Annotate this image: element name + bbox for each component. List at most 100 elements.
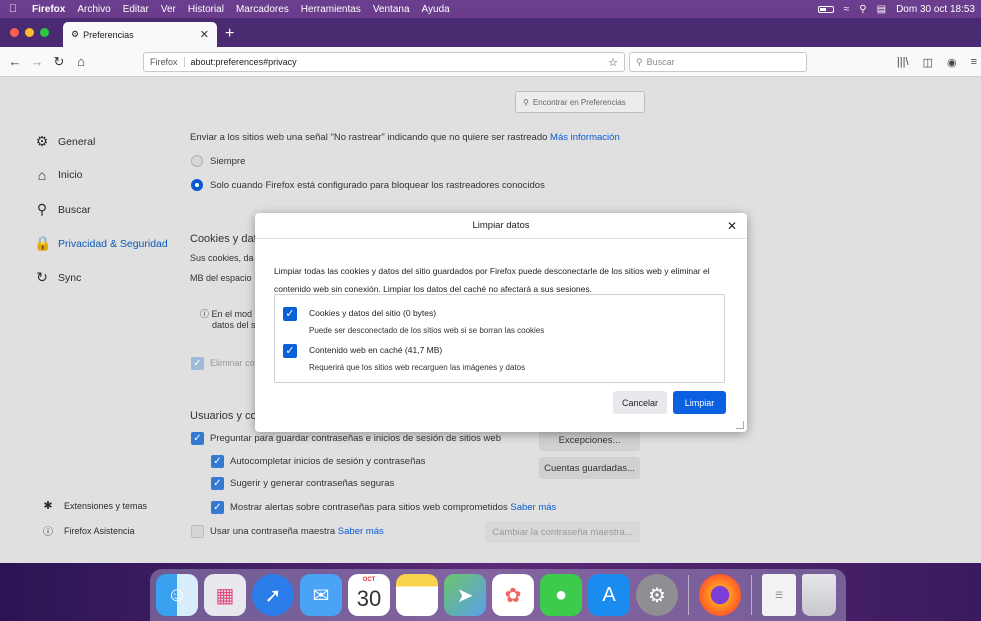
macos-menu-bar:  Firefox Archivo Editar Ver Historial M… (0, 0, 981, 18)
autofill-checkbox[interactable]: ✓ (211, 455, 224, 468)
control-center-icon[interactable]: ▤ (877, 4, 886, 15)
home-button[interactable]: ⌂ (70, 54, 92, 69)
menu-clock[interactable]: Dom 30 oct 18:53 (896, 4, 975, 15)
dialog-title: Limpiar datos (472, 220, 530, 231)
menu-marcadores[interactable]: Marcadores (230, 4, 295, 15)
menu-herramientas[interactable]: Herramientas (295, 4, 367, 15)
dnt-label: Enviar a los sitios web una señal "No ra… (190, 132, 548, 143)
cancel-button[interactable]: Cancelar (613, 391, 667, 414)
resize-grip-icon[interactable] (736, 421, 744, 429)
sidebar-item-buscar[interactable]: ⚲ Buscar (34, 201, 91, 218)
sidebar-item-extensions[interactable]: ✱ Extensiones y temas (40, 499, 147, 512)
safari-icon[interactable]: ➚ (252, 574, 294, 616)
hamburger-menu-icon[interactable]: ≡ (971, 56, 977, 68)
suggest-checkbox[interactable]: ✓ (211, 477, 224, 490)
passwords-heading: Usuarios y co (190, 410, 257, 422)
search-icon: ⚲ (636, 56, 643, 67)
trash-icon[interactable] (802, 574, 836, 616)
sidebar-item-inicio[interactable]: ⌂ Inicio (34, 167, 83, 183)
alerts-text: Mostrar alertas sobre contraseñas para s… (230, 502, 556, 513)
url-text[interactable]: about:preferences#privacy (191, 57, 297, 67)
menu-editar[interactable]: Editar (117, 4, 155, 15)
navigation-toolbar: ← → ↻ ⌂ Firefox about:preferences#privac… (0, 47, 981, 77)
apple-menu-icon[interactable]:  (0, 3, 26, 15)
sidebar-item-support[interactable]: ⓘ Firefox Asistencia (40, 523, 135, 539)
menu-ver[interactable]: Ver (155, 4, 182, 15)
radio-only-label: Solo cuando Firefox está configurado par… (210, 180, 545, 191)
notes-icon[interactable] (396, 574, 438, 616)
alerts-learn-more-link[interactable]: Saber más (510, 502, 556, 513)
sidebar-item-privacidad[interactable]: 🔒 Privacidad & Seguridad (34, 235, 168, 252)
cache-checkbox[interactable]: ✓ (283, 344, 297, 358)
cookies-text: Sus cookies, da (190, 253, 254, 263)
calendar-icon[interactable]: OCT 30 (348, 574, 390, 616)
sidebar-icon[interactable]: ◫ (923, 56, 933, 69)
firefox-identity-label[interactable]: Firefox (150, 57, 185, 67)
spotlight-icon[interactable]: ⚲ (859, 4, 866, 15)
mail-icon[interactable]: ✉ (300, 574, 342, 616)
master-learn-more-link[interactable]: Saber más (338, 526, 384, 537)
puzzle-icon: ✱ (43, 500, 53, 512)
app-store-icon[interactable]: A (588, 574, 630, 616)
radio-only-tracking[interactable] (191, 179, 203, 191)
master-password-checkbox[interactable] (191, 525, 204, 538)
alerts-checkbox[interactable]: ✓ (211, 501, 224, 514)
close-window-icon[interactable] (10, 28, 19, 37)
launchpad-icon[interactable]: ▦ (204, 574, 246, 616)
sidebar-label: General (58, 135, 96, 148)
back-button[interactable]: ← (4, 54, 26, 69)
search-icon: ⚲ (36, 201, 48, 217)
messages-icon[interactable]: ● (540, 574, 582, 616)
document-icon[interactable]: ☰ (762, 574, 796, 616)
change-master-password-button[interactable]: Cambiar la contraseña maestra... (485, 521, 640, 543)
new-tab-button[interactable]: + (217, 25, 242, 47)
close-tab-icon[interactable]: ✕ (200, 28, 209, 41)
saved-logins-button[interactable]: Cuentas guardadas... (539, 457, 640, 479)
delete-cookies-label: Eliminar co (210, 358, 255, 368)
firefox-icon[interactable] (699, 574, 741, 616)
dnt-more-info-link[interactable]: Más información (550, 132, 620, 143)
search-icon: ⚲ (523, 97, 529, 107)
sidebar-label: Privacidad & Seguridad (58, 237, 168, 250)
find-in-preferences-input[interactable]: ⚲ Encontrar en Preferencias (515, 91, 645, 113)
forward-button[interactable]: → (26, 54, 48, 69)
cookies-text: MB del espacio (190, 273, 252, 283)
cookies-checkbox[interactable]: ✓ (283, 307, 297, 321)
delete-cookies-checkbox[interactable]: ✓ (191, 357, 204, 370)
sidebar-item-general[interactable]: ⚙ General (34, 133, 96, 150)
bookmark-star-icon[interactable]: ☆ (608, 56, 618, 69)
gear-icon: ⚙ (35, 133, 49, 149)
menu-ayuda[interactable]: Ayuda (416, 4, 456, 15)
tab-preferencias[interactable]: ⚙ Preferencias ✕ (63, 22, 217, 47)
info-box: ⓘ En el mod (200, 307, 252, 320)
menu-historial[interactable]: Historial (182, 4, 230, 15)
gear-icon: ⚙ (71, 29, 80, 39)
ask-save-checkbox[interactable]: ✓ (191, 432, 204, 445)
maps-icon[interactable]: ➤ (444, 574, 486, 616)
menu-archivo[interactable]: Archivo (71, 4, 116, 15)
do-not-track-text: Enviar a los sitios web una señal "No ra… (190, 132, 620, 143)
clear-options-box: ✓ Cookies y datos del sitio (0 bytes) Pu… (274, 294, 725, 383)
sidebar-item-sync[interactable]: ↻ Sync (34, 269, 81, 286)
battery-icon[interactable] (817, 5, 834, 13)
finder-icon[interactable]: ☺ (156, 574, 198, 616)
wifi-icon[interactable]: ≈ (844, 4, 850, 15)
clear-button[interactable]: Limpiar (673, 391, 726, 414)
system-preferences-icon[interactable]: ⚙ (636, 574, 678, 616)
minimize-window-icon[interactable] (25, 28, 34, 37)
photos-icon[interactable]: ✿ (492, 574, 534, 616)
radio-always[interactable] (191, 155, 203, 167)
url-bar[interactable]: Firefox about:preferences#privacy ☆ (143, 52, 625, 72)
dialog-title-bar: Limpiar datos ✕ (255, 213, 747, 239)
reload-button[interactable]: ↻ (48, 54, 70, 70)
zoom-window-icon[interactable] (40, 28, 49, 37)
library-icon[interactable]: |||\ (897, 56, 909, 68)
menu-firefox[interactable]: Firefox (26, 4, 71, 15)
menu-ventana[interactable]: Ventana (367, 4, 416, 15)
cookies-option-description: Puede ser desconectado de los sitios web… (309, 326, 545, 335)
dialog-description: Limpiar todas las cookies y datos del si… (274, 266, 710, 294)
exceptions-button[interactable]: Excepciones... (539, 429, 640, 451)
account-icon[interactable]: ◉ (947, 56, 957, 69)
close-icon[interactable]: ✕ (727, 213, 737, 239)
search-input[interactable]: ⚲ Buscar (629, 52, 807, 72)
